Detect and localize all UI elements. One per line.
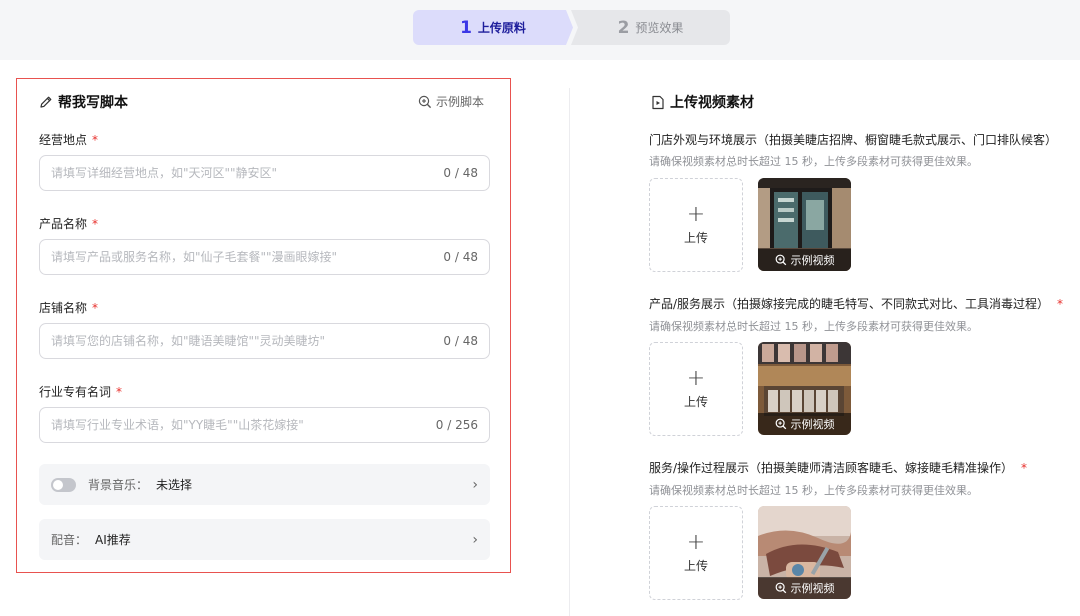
script-panel-title: 帮我写脚本 <box>39 92 128 112</box>
shop-name-label-text: 店铺名称 <box>39 301 88 315</box>
section-storefront-hint: 请确保视频素材总时长超过 15 秒，上传多段素材可获得更佳效果。 <box>649 155 978 168</box>
background-music-selector[interactable]: 背景音乐： 未选择 › <box>39 464 490 505</box>
voiceover-key: 配音： <box>51 533 88 547</box>
section-product-title: 产品/服务展示（拍摄嫁接完成的睫毛特写、不同款式对比、工具消毒过程） * <box>649 295 1063 312</box>
zoom-in-icon <box>775 418 786 430</box>
upload-panel-title: 上传视频素材 <box>651 92 754 112</box>
industry-terms-char-counter: 0 / 256 <box>435 418 478 432</box>
zoom-in-icon <box>418 95 432 108</box>
step-label: 上传原料 <box>477 21 526 35</box>
location-field: 0 / 48 <box>39 155 490 191</box>
voiceover-value: AI推荐 <box>95 533 131 547</box>
example-video-process[interactable]: 示例视频 <box>758 506 851 599</box>
zoom-in-icon <box>775 582 786 594</box>
step-preview-effect[interactable]: 2 预览效果 <box>571 10 730 45</box>
industry-terms-label-text: 行业专有名词 <box>39 385 112 399</box>
upload-button-product[interactable]: + 上传 <box>649 342 743 436</box>
chevron-right-icon: › <box>472 476 478 493</box>
section-title-text: 产品/服务展示（拍摄嫁接完成的睫毛特写、不同款式对比、工具消毒过程） <box>649 297 1050 311</box>
video-file-icon <box>652 95 664 109</box>
pencil-icon <box>40 96 52 108</box>
plus-icon: + <box>686 365 706 391</box>
required-mark: * <box>92 217 99 231</box>
background-music-key: 背景音乐： <box>88 478 149 492</box>
location-label-text: 经营地点 <box>39 133 88 147</box>
section-process-hint: 请确保视频素材总时长超过 15 秒，上传多段素材可获得更佳效果。 <box>649 484 978 497</box>
zoom-in-icon <box>775 254 786 266</box>
example-video-badge: 示例视频 <box>758 577 851 599</box>
section-product-hint: 请确保视频素材总时长超过 15 秒，上传多段素材可获得更佳效果。 <box>649 320 978 333</box>
section-storefront-title: 门店外观与环境展示（拍摄美睫店招牌、橱窗睫毛款式展示、门口排队候客） <box>649 131 1065 148</box>
shop-name-char-counter: 0 / 48 <box>443 334 478 348</box>
step-bar: 1 上传原料 2 预览效果 <box>0 0 1080 60</box>
upload-label: 上传 <box>683 558 708 573</box>
product-name-label: 产品名称 * <box>39 215 98 232</box>
example-video-product[interactable]: 示例视频 <box>758 342 851 435</box>
step-label: 预览效果 <box>635 21 684 35</box>
location-char-counter: 0 / 48 <box>443 166 478 180</box>
location-label: 经营地点 * <box>39 131 98 148</box>
background-music-toggle[interactable] <box>51 477 76 492</box>
shop-name-label: 店铺名称 * <box>39 299 98 316</box>
upload-label: 上传 <box>683 394 708 409</box>
example-video-label: 示例视频 <box>790 254 835 267</box>
required-mark: * <box>1021 461 1028 475</box>
plus-icon: + <box>686 201 706 227</box>
upload-panel-title-text: 上传视频素材 <box>670 95 754 111</box>
example-video-badge: 示例视频 <box>758 413 851 435</box>
step-number: 1 <box>460 17 472 38</box>
required-mark: * <box>1057 297 1064 311</box>
industry-terms-field: 0 / 256 <box>39 407 490 443</box>
example-script-link[interactable]: 示例脚本 <box>418 93 484 110</box>
example-video-label: 示例视频 <box>790 582 835 595</box>
industry-terms-input[interactable] <box>51 418 428 432</box>
product-name-input[interactable] <box>51 250 436 264</box>
shop-name-field: 0 / 48 <box>39 323 490 359</box>
chevron-right-icon: › <box>472 531 478 548</box>
section-title-text: 门店外观与环境展示（拍摄美睫店招牌、橱窗睫毛款式展示、门口排队候客） <box>649 133 1058 147</box>
column-divider <box>569 88 570 616</box>
section-process-title: 服务/操作过程展示（拍摄美睫师清洁顾客睫毛、嫁接睫毛精准操作） * <box>649 459 1027 476</box>
product-name-label-text: 产品名称 <box>39 217 88 231</box>
product-name-char-counter: 0 / 48 <box>443 250 478 264</box>
required-mark: * <box>92 133 99 147</box>
example-video-storefront[interactable]: 示例视频 <box>758 178 851 271</box>
section-title-text: 服务/操作过程展示（拍摄美睫师清洁顾客睫毛、嫁接睫毛精准操作） <box>649 461 1014 475</box>
step-number: 2 <box>617 17 630 38</box>
background-music-value: 未选择 <box>156 478 193 492</box>
upload-label: 上传 <box>683 230 708 245</box>
script-panel-title-text: 帮我写脚本 <box>58 95 128 111</box>
industry-terms-label: 行业专有名词 * <box>39 383 122 400</box>
example-script-label: 示例脚本 <box>436 95 485 109</box>
upload-button-storefront[interactable]: + 上传 <box>649 178 743 272</box>
example-video-badge: 示例视频 <box>758 249 851 271</box>
upload-button-process[interactable]: + 上传 <box>649 506 743 600</box>
shop-name-input[interactable] <box>51 334 436 348</box>
example-video-label: 示例视频 <box>790 418 835 431</box>
required-mark: * <box>116 385 123 399</box>
plus-icon: + <box>686 529 706 555</box>
voiceover-selector[interactable]: 配音： AI推荐 › <box>39 519 490 560</box>
product-name-field: 0 / 48 <box>39 239 490 275</box>
location-input[interactable] <box>51 166 436 180</box>
required-mark: * <box>92 301 99 315</box>
step-upload-materials[interactable]: 1 上传原料 <box>413 10 573 45</box>
